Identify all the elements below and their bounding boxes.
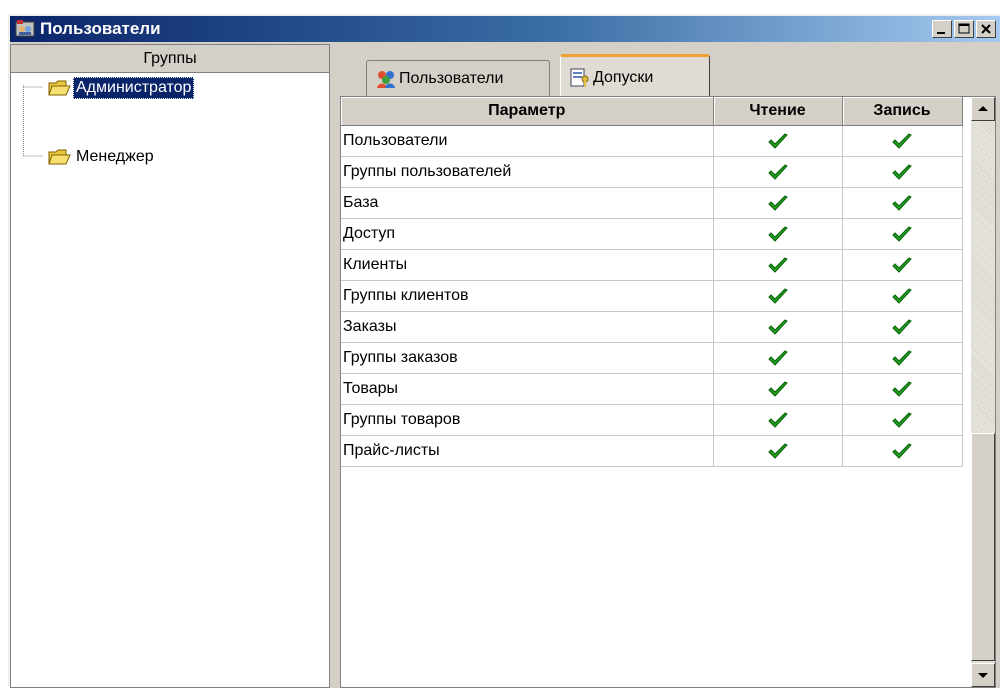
- checkmark-icon: [767, 288, 788, 304]
- users-icon: [375, 69, 397, 89]
- checkmark-icon: [767, 412, 788, 428]
- write-permission-cell[interactable]: [842, 311, 963, 343]
- table-header-row: Параметр Чтение Запись: [341, 97, 963, 126]
- tree-item-label: Администратор: [73, 77, 195, 99]
- write-permission-cell[interactable]: [842, 280, 963, 312]
- read-permission-cell[interactable]: [713, 373, 843, 405]
- checkmark-icon: [892, 226, 912, 242]
- permissions-table: Параметр Чтение Запись Пользователи Групп…: [341, 97, 963, 467]
- column-header-write[interactable]: Запись: [842, 97, 963, 126]
- checkmark-icon: [767, 443, 788, 459]
- close-button[interactable]: [976, 20, 996, 38]
- table-row[interactable]: Заказы: [341, 311, 963, 343]
- parameter-cell[interactable]: База: [341, 187, 714, 219]
- checkmark-icon: [892, 412, 912, 428]
- table-row[interactable]: База: [341, 187, 963, 219]
- parameter-cell[interactable]: Группы пользователей: [341, 156, 714, 188]
- table-row[interactable]: Клиенты: [341, 249, 963, 281]
- checkmark-icon: [767, 164, 788, 180]
- scroll-thumb[interactable]: [971, 433, 995, 661]
- read-permission-cell[interactable]: [713, 249, 843, 281]
- read-permission-cell[interactable]: [713, 218, 843, 250]
- users-window: Пользователи Группы Администратор Менедж…: [8, 14, 1000, 688]
- checkmark-icon: [767, 381, 788, 397]
- read-permission-cell[interactable]: [713, 280, 843, 312]
- table-row[interactable]: Группы клиентов: [341, 280, 963, 312]
- table-row[interactable]: Группы заказов: [341, 342, 963, 374]
- write-permission-cell[interactable]: [842, 187, 963, 219]
- column-header-parameter[interactable]: Параметр: [341, 97, 714, 126]
- column-header-read[interactable]: Чтение: [713, 97, 843, 126]
- tab-label: Пользователи: [399, 70, 504, 87]
- scroll-up-button[interactable]: [971, 97, 995, 121]
- checkmark-icon: [892, 288, 912, 304]
- title-bar[interactable]: Пользователи: [10, 16, 1000, 42]
- checkmark-icon: [892, 257, 912, 273]
- scroll-down-button[interactable]: [971, 663, 995, 687]
- checkmark-icon: [892, 195, 912, 211]
- tree-item-label: Менеджер: [76, 148, 154, 165]
- parameter-cell[interactable]: Прайс-листы: [341, 435, 714, 467]
- table-row[interactable]: Товары: [341, 373, 963, 405]
- table-row[interactable]: Группы товаров: [341, 404, 963, 436]
- write-permission-cell[interactable]: [842, 125, 963, 157]
- checkmark-icon: [767, 195, 788, 211]
- read-permission-cell[interactable]: [713, 187, 843, 219]
- tab-permissions[interactable]: Допуски: [560, 54, 710, 96]
- maximize-button[interactable]: [954, 20, 974, 38]
- table-row[interactable]: Пользователи: [341, 125, 963, 157]
- folder-icon: [47, 78, 71, 98]
- write-permission-cell[interactable]: [842, 156, 963, 188]
- table-row[interactable]: Доступ: [341, 218, 963, 250]
- checkmark-icon: [892, 319, 912, 335]
- write-permission-cell[interactable]: [842, 435, 963, 467]
- checkmark-icon: [767, 257, 788, 273]
- parameter-cell[interactable]: Группы заказов: [341, 342, 714, 374]
- write-permission-cell[interactable]: [842, 342, 963, 374]
- read-permission-cell[interactable]: [713, 311, 843, 343]
- parameter-cell[interactable]: Клиенты: [341, 249, 714, 281]
- write-permission-cell[interactable]: [842, 404, 963, 436]
- write-permission-cell[interactable]: [842, 373, 963, 405]
- parameter-cell[interactable]: Товары: [341, 373, 714, 405]
- checkmark-icon: [892, 164, 912, 180]
- app-icon: [15, 20, 35, 38]
- read-permission-cell[interactable]: [713, 125, 843, 157]
- checkmark-icon: [767, 226, 788, 242]
- read-permission-cell[interactable]: [713, 342, 843, 374]
- checkmark-icon: [892, 133, 912, 149]
- read-permission-cell[interactable]: [713, 435, 843, 467]
- checkmark-icon: [892, 381, 912, 397]
- checkmark-icon: [892, 443, 912, 459]
- read-permission-cell[interactable]: [713, 156, 843, 188]
- checkmark-icon: [767, 350, 788, 366]
- window-title: Пользователи: [40, 19, 161, 38]
- vertical-scrollbar[interactable]: [971, 97, 995, 687]
- minimize-button[interactable]: [932, 20, 952, 38]
- groups-panel: Группы Администратор Менеджер: [10, 44, 330, 688]
- folder-icon: [47, 147, 71, 167]
- permissions-table-frame: Параметр Чтение Запись Пользователи Групп…: [340, 96, 996, 688]
- tab-label: Допуски: [593, 69, 654, 86]
- checkmark-icon: [767, 319, 788, 335]
- write-permission-cell[interactable]: [842, 249, 963, 281]
- table-row[interactable]: Прайс-листы: [341, 435, 963, 467]
- table-row[interactable]: Группы пользователей: [341, 156, 963, 188]
- tab-users[interactable]: Пользователи: [366, 60, 550, 96]
- checkmark-icon: [892, 350, 912, 366]
- read-permission-cell[interactable]: [713, 404, 843, 436]
- parameter-cell[interactable]: Группы клиентов: [341, 280, 714, 312]
- checkmark-icon: [767, 133, 788, 149]
- permissions-table-body: Пользователи Группы пользователей База Дост…: [341, 125, 963, 467]
- details-panel: Пользователи Допуски Параметр Чтение Зап…: [336, 44, 1000, 688]
- parameter-cell[interactable]: Группы товаров: [341, 404, 714, 436]
- permissions-icon: [569, 68, 591, 88]
- parameter-cell[interactable]: Пользователи: [341, 125, 714, 157]
- parameter-cell[interactable]: Доступ: [341, 218, 714, 250]
- write-permission-cell[interactable]: [842, 218, 963, 250]
- parameter-cell[interactable]: Заказы: [341, 311, 714, 343]
